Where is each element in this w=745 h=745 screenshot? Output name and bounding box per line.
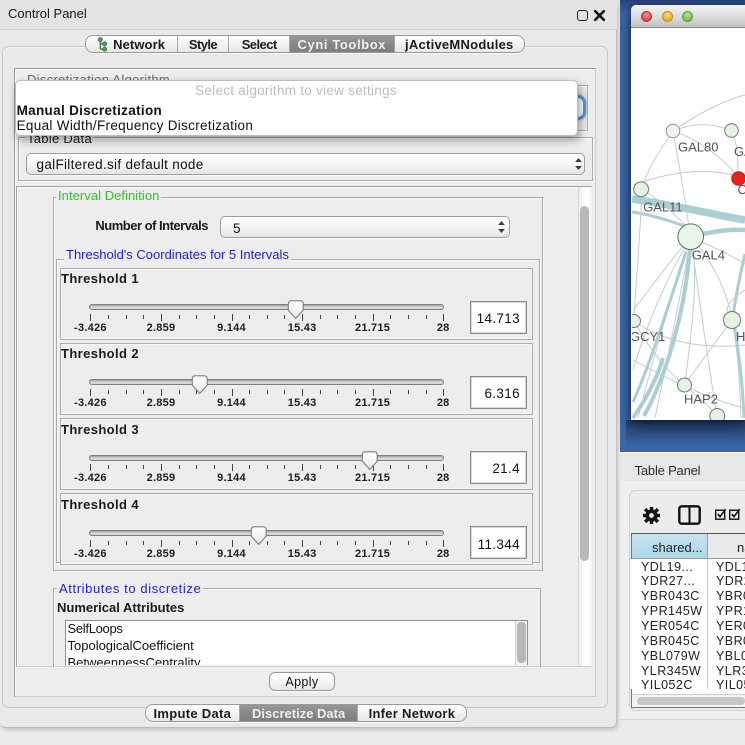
svg-text:C: C [738,182,745,197]
svg-text:GAL11: GAL11 [643,199,683,214]
svg-text:GA: GA [734,144,745,159]
svg-text:HAP2: HAP2 [684,392,718,407]
svg-text:GAL80: GAL80 [678,140,718,155]
svg-text:GAL4: GAL4 [692,248,725,263]
svg-text:GCY1: GCY1 [632,329,665,344]
svg-text:H: H [736,329,745,344]
